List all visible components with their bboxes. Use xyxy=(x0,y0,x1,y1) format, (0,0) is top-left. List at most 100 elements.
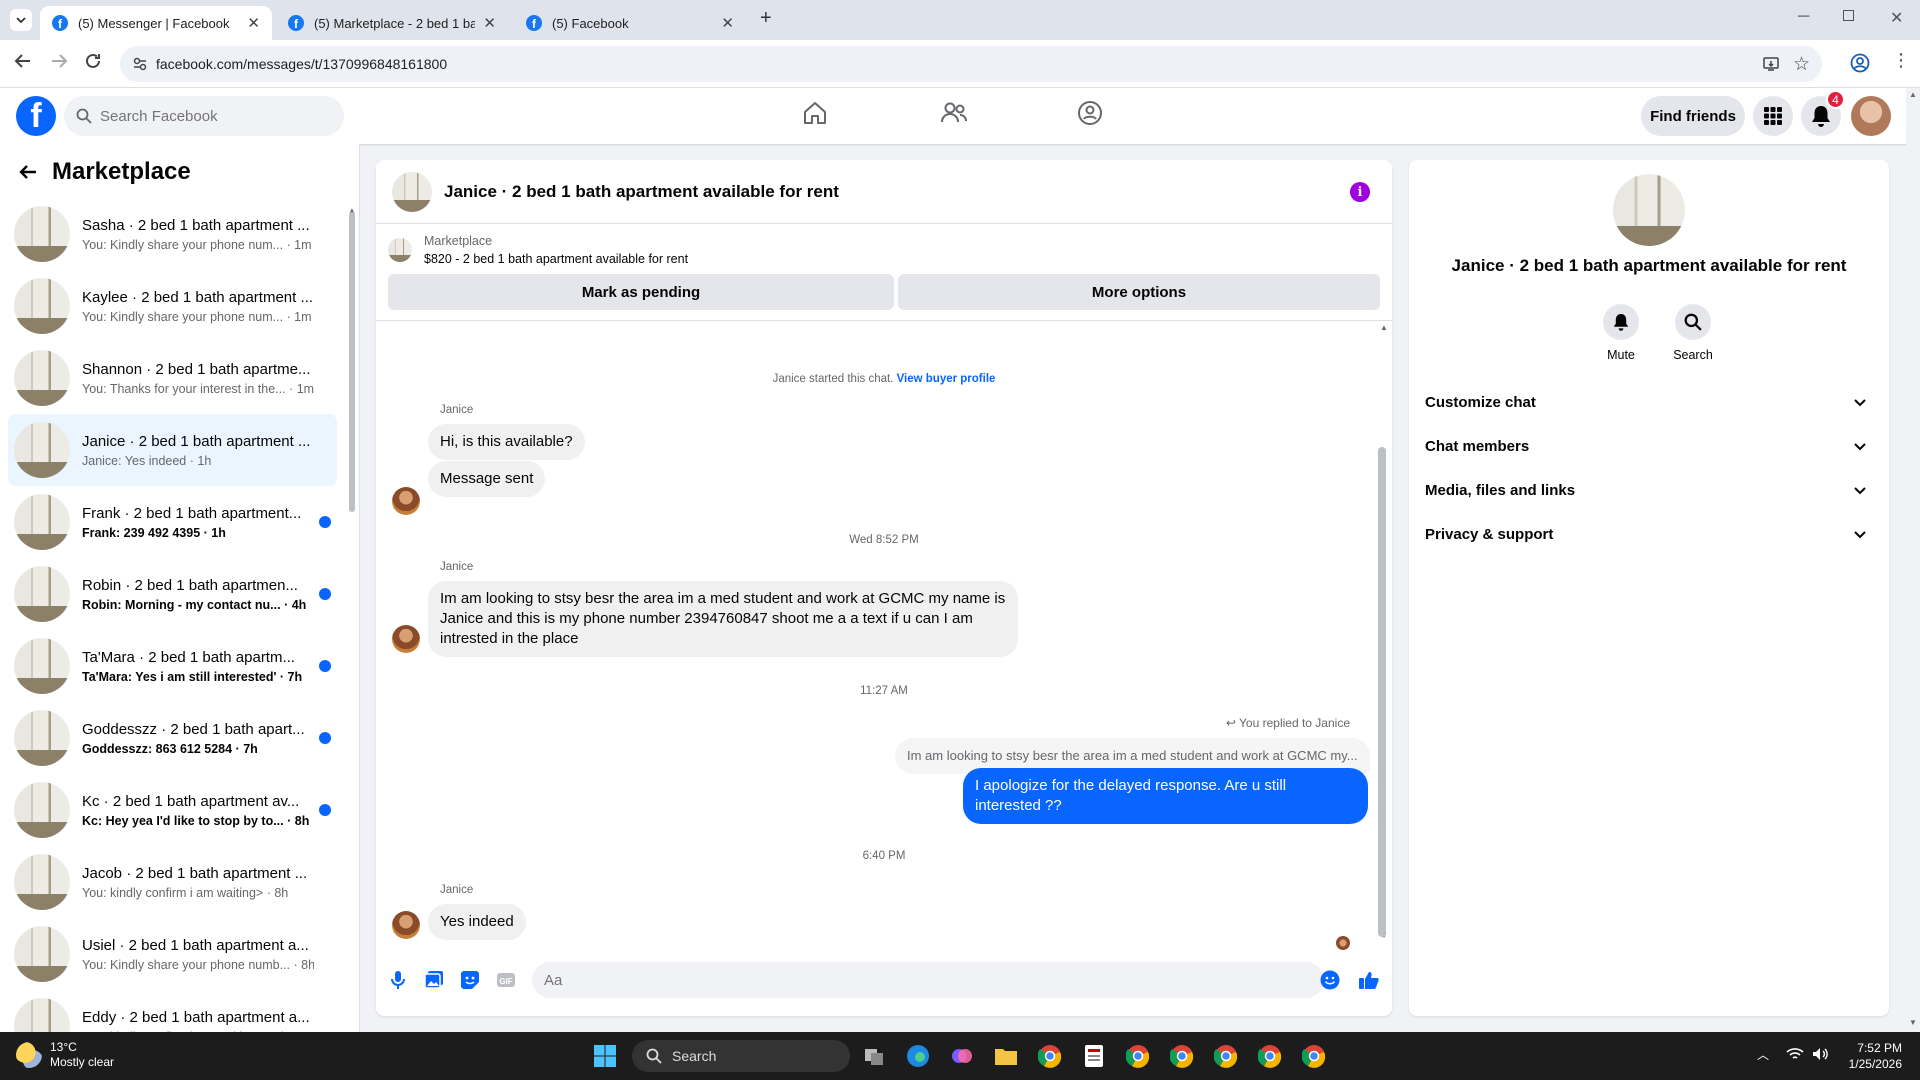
chrome-icon[interactable] xyxy=(1124,1042,1152,1070)
edge-icon[interactable] xyxy=(904,1042,932,1070)
conversation-item[interactable]: Kaylee · 2 bed 1 bath apartment ... You: … xyxy=(8,270,337,342)
system-clock[interactable]: 7:52 PM 1/25/2026 xyxy=(1849,1040,1902,1072)
chrome-icon[interactable] xyxy=(1036,1042,1064,1070)
media-files-links-section[interactable]: Media, files and links xyxy=(1425,468,1873,512)
section-label: Chat members xyxy=(1425,437,1530,455)
chrome-icon[interactable] xyxy=(1168,1042,1196,1070)
show-hidden-icons-chevron-icon[interactable]: ︿ xyxy=(1757,1046,1769,1063)
back-arrow-icon[interactable] xyxy=(18,162,38,182)
chat-members-section[interactable]: Chat members xyxy=(1425,424,1873,468)
close-tab-icon[interactable]: ✕ xyxy=(721,14,734,32)
profile-icon[interactable] xyxy=(1850,53,1870,73)
conversation-item[interactable]: Shannon · 2 bed 1 bath apartme... You: Th… xyxy=(8,342,337,414)
emoji-icon[interactable] xyxy=(1320,970,1340,990)
conversation-item[interactable]: Goddesszz · 2 bed 1 bath apart... Goddess… xyxy=(8,702,337,774)
info-icon[interactable]: i xyxy=(1350,182,1370,202)
listing-summary[interactable]: Marketplace $820 - 2 bed 1 bath apartmen… xyxy=(388,232,688,268)
close-tab-icon[interactable]: ✕ xyxy=(247,14,260,32)
details-avatar[interactable] xyxy=(1613,174,1685,246)
friends-icon[interactable] xyxy=(940,100,968,126)
search-in-chat-button[interactable]: Search xyxy=(1663,304,1723,362)
conversation-item[interactable]: Frank · 2 bed 1 bath apartment... Frank: … xyxy=(8,486,337,558)
conversation-item[interactable]: Sasha · 2 bed 1 bath apartment ... You: K… xyxy=(8,198,337,270)
chrome-icon[interactable] xyxy=(1212,1042,1240,1070)
chat-started-text: Janice started this chat. xyxy=(772,373,894,385)
taskbar-search[interactable]: Search xyxy=(632,1040,850,1072)
sidebar-scroll-thumb[interactable] xyxy=(349,212,355,512)
new-tab-icon[interactable]: + xyxy=(760,7,772,30)
mark-as-pending-button[interactable]: Mark as pending xyxy=(388,274,894,310)
scroll-up-arrow-icon[interactable]: ▲ xyxy=(1380,323,1388,332)
sheet-app-icon[interactable] xyxy=(1080,1042,1108,1070)
conversation-item[interactable]: Kc · 2 bed 1 bath apartment av... Kc: Hey… xyxy=(8,774,337,846)
site-info-icon[interactable] xyxy=(132,56,148,72)
back-arrow-icon[interactable] xyxy=(14,52,32,70)
browser-menu-icon[interactable]: ⋮ xyxy=(1892,50,1910,71)
photo-icon[interactable] xyxy=(424,970,444,990)
close-tab-icon[interactable]: ✕ xyxy=(483,14,496,32)
outgoing-message[interactable]: I apologize for the delayed response. Ar… xyxy=(963,768,1368,824)
tab-messenger[interactable]: f (5) Messenger | Facebook ✕ xyxy=(40,6,272,40)
find-friends-button[interactable]: Find friends xyxy=(1641,96,1745,136)
sender-avatar[interactable] xyxy=(392,487,420,515)
scroll-up-arrow-icon[interactable]: ▲ xyxy=(1909,90,1917,99)
install-app-icon[interactable] xyxy=(1762,55,1780,73)
home-icon[interactable] xyxy=(802,100,828,126)
conversation-item[interactable]: Eddy · 2 bed 1 bath apartment a...You: k… xyxy=(8,990,337,1032)
reload-icon[interactable] xyxy=(84,52,102,70)
conversation-preview: Goddesszz: 863 612 5284 · 7h xyxy=(82,741,258,756)
gif-icon[interactable]: GIF xyxy=(496,970,516,990)
incoming-message[interactable]: Hi, is this available? xyxy=(428,424,585,460)
weather-widget[interactable]: 13°C Mostly clear xyxy=(16,1040,114,1070)
minimize-icon[interactable]: ─ xyxy=(1798,8,1809,26)
page-scrollbar[interactable]: ▲ ▼ xyxy=(1906,88,1920,1032)
copilot-icon[interactable] xyxy=(948,1042,976,1070)
message-input[interactable] xyxy=(532,962,1324,998)
customize-chat-section[interactable]: Customize chat xyxy=(1425,380,1873,424)
file-explorer-icon[interactable] xyxy=(992,1042,1020,1070)
close-window-icon[interactable]: ✕ xyxy=(1890,8,1903,28)
volume-icon[interactable] xyxy=(1812,1047,1830,1061)
facebook-search[interactable] xyxy=(64,96,344,136)
conversation-item[interactable]: Robin · 2 bed 1 bath apartmen... Robin: M… xyxy=(8,558,337,630)
wifi-icon[interactable] xyxy=(1786,1047,1804,1061)
search-input[interactable] xyxy=(100,107,320,125)
menu-grid-button[interactable] xyxy=(1753,96,1793,136)
incoming-message[interactable]: Message sent xyxy=(428,461,546,497)
microphone-icon[interactable] xyxy=(390,970,406,990)
groups-icon[interactable] xyxy=(1077,100,1103,126)
chat-scroll-thumb[interactable] xyxy=(1378,447,1386,937)
conversation-item[interactable]: Usiel · 2 bed 1 bath apartment a... You: … xyxy=(8,918,337,990)
details-title: Janice · 2 bed 1 bath apartment availabl… xyxy=(1451,256,1847,275)
forward-arrow-icon[interactable] xyxy=(50,52,68,70)
sticker-icon[interactable] xyxy=(460,970,480,990)
conversation-item[interactable]: Janice · 2 bed 1 bath apartment ... Janic… xyxy=(8,414,337,486)
privacy-support-section[interactable]: Privacy & support xyxy=(1425,512,1873,556)
thumbs-up-icon[interactable] xyxy=(1358,970,1380,990)
sender-avatar[interactable] xyxy=(392,625,420,653)
conversation-item[interactable]: Jacob · 2 bed 1 bath apartment ... You: k… xyxy=(8,846,337,918)
chrome-icon[interactable] xyxy=(1256,1042,1284,1070)
bookmark-star-icon[interactable]: ☆ xyxy=(1793,53,1810,76)
url-field[interactable]: facebook.com/messages/t/1370996848161800… xyxy=(120,46,1822,82)
conversation-item[interactable]: Ta'Mara · 2 bed 1 bath apartm... Ta'Mara:… xyxy=(8,630,337,702)
account-avatar[interactable] xyxy=(1851,96,1891,136)
scroll-down-arrow-icon[interactable]: ▼ xyxy=(1909,1018,1917,1027)
chat-title[interactable]: Janice · 2 bed 1 bath apartment availabl… xyxy=(444,182,839,202)
more-options-button[interactable]: More options xyxy=(898,274,1380,310)
view-buyer-profile-link[interactable]: View buyer profile xyxy=(897,373,996,385)
chat-avatar[interactable] xyxy=(392,171,432,212)
tab-marketplace[interactable]: f (5) Marketplace - 2 bed 1 bath ✕ xyxy=(276,6,508,40)
task-view-icon[interactable] xyxy=(860,1042,888,1070)
tab-list-chevron-icon[interactable] xyxy=(10,9,32,31)
tab-facebook[interactable]: f (5) Facebook ✕ xyxy=(514,6,746,40)
mute-button[interactable]: Mute xyxy=(1591,304,1651,362)
facebook-logo-icon[interactable]: f xyxy=(16,96,56,136)
incoming-message[interactable]: Yes indeed xyxy=(428,904,526,940)
windows-start-icon[interactable] xyxy=(591,1042,619,1070)
restore-icon[interactable] xyxy=(1843,10,1854,21)
sender-avatar[interactable] xyxy=(392,911,420,939)
conversation-preview: Ta'Mara: Yes i am still interested' · 7h xyxy=(82,669,303,684)
incoming-message[interactable]: Im am looking to stsy besr the area im a… xyxy=(428,581,1018,657)
chrome-icon[interactable] xyxy=(1300,1042,1328,1070)
